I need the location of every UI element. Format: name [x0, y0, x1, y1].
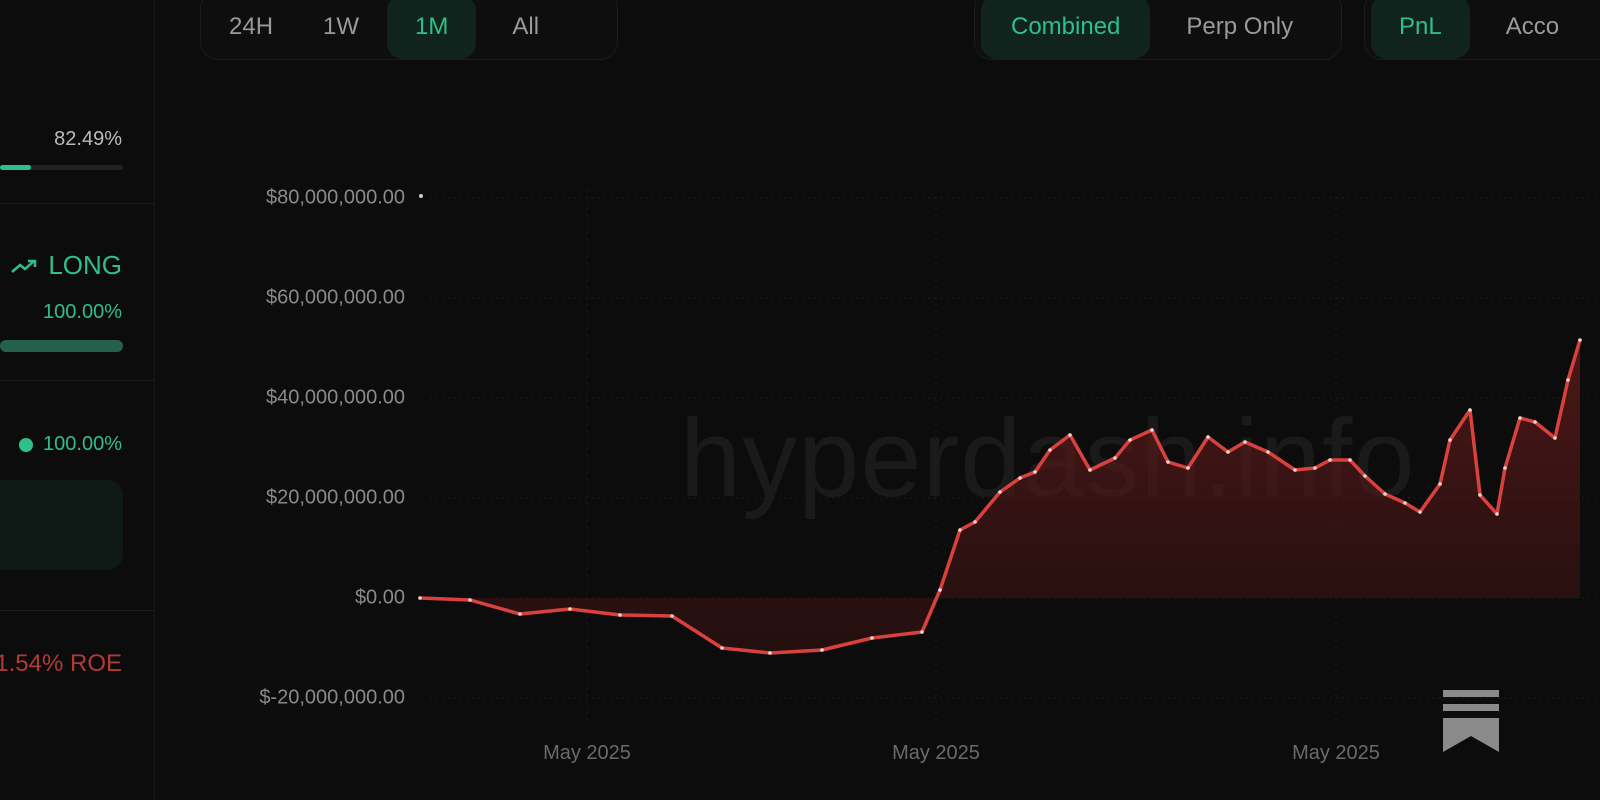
data-point	[1468, 408, 1472, 412]
data-point	[1478, 493, 1482, 497]
data-point	[720, 646, 724, 650]
pnl-chart	[418, 190, 1600, 720]
data-point	[1403, 501, 1407, 505]
data-point	[418, 596, 422, 600]
data-point	[1088, 468, 1092, 472]
data-point	[973, 520, 977, 524]
axis-marker	[419, 194, 423, 198]
data-point	[1383, 492, 1387, 496]
data-point	[468, 598, 472, 602]
data-point	[1566, 378, 1570, 382]
data-point	[1348, 458, 1352, 462]
data-point	[1186, 466, 1190, 470]
data-point	[920, 630, 924, 634]
data-point	[1243, 440, 1247, 444]
data-point	[820, 648, 824, 652]
data-point	[568, 607, 572, 611]
data-point	[1128, 438, 1132, 442]
data-point	[1448, 438, 1452, 442]
data-point	[998, 490, 1002, 494]
data-point	[870, 636, 874, 640]
data-point	[518, 612, 522, 616]
data-point	[1438, 482, 1442, 486]
data-point	[1533, 420, 1537, 424]
data-point	[1363, 474, 1367, 478]
data-point	[1418, 510, 1422, 514]
data-point	[1313, 466, 1317, 470]
data-point	[670, 614, 674, 618]
data-point	[1328, 458, 1332, 462]
data-point	[938, 588, 942, 592]
pnl-area	[420, 340, 1580, 653]
substack-logo-icon	[1443, 690, 1499, 759]
data-point	[1293, 468, 1297, 472]
data-point	[1206, 435, 1210, 439]
data-point	[1266, 450, 1270, 454]
data-point	[1578, 338, 1582, 342]
data-point	[1553, 436, 1557, 440]
data-point	[958, 528, 962, 532]
data-point	[1166, 460, 1170, 464]
data-point	[1495, 512, 1499, 516]
data-point	[1150, 428, 1154, 432]
data-point	[1018, 476, 1022, 480]
data-point	[1048, 448, 1052, 452]
data-point	[1226, 450, 1230, 454]
data-point	[1518, 416, 1522, 420]
data-point	[1033, 470, 1037, 474]
data-point	[768, 651, 772, 655]
data-point	[618, 613, 622, 617]
data-point	[1068, 433, 1072, 437]
data-point	[1113, 456, 1117, 460]
data-point	[1503, 466, 1507, 470]
